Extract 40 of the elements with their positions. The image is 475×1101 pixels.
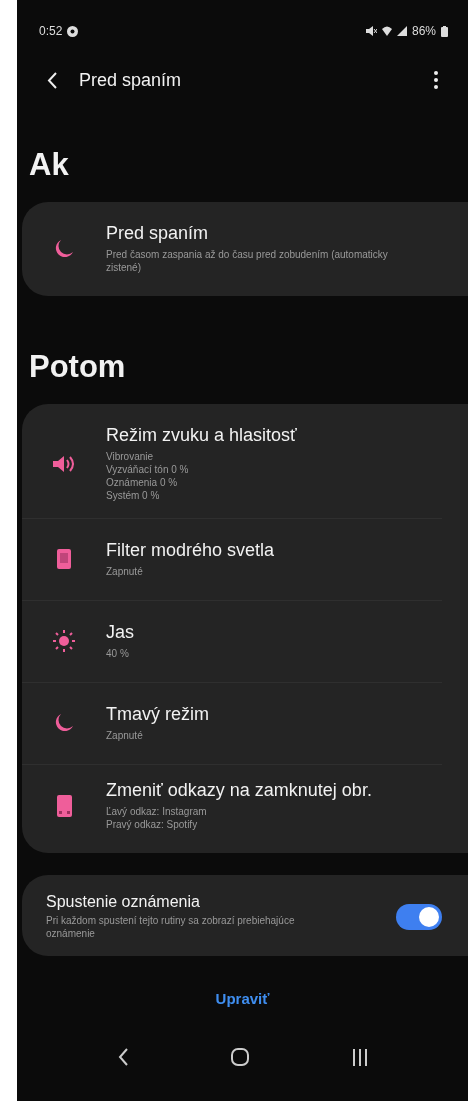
mute-icon (365, 26, 377, 36)
edit-button[interactable]: Upraviť (207, 986, 278, 1011)
item-title[interactable]: Zmeniť odkazy na zamknutej obr. (106, 780, 372, 801)
item-detail: Zapnuté (106, 565, 144, 578)
speaker-icon (52, 454, 76, 473)
home-button[interactable] (229, 1047, 250, 1067)
item-detail: Pred časom zaspania až do času pred zobudením (automaticky zistené) (106, 248, 389, 274)
wifi-icon (381, 26, 392, 36)
toggle-description: Pri každom spustení tejto rutiny sa zobrazí prebiehajúce oznámenie (46, 914, 296, 940)
more-options-icon[interactable] (434, 71, 438, 89)
phone-icon (57, 549, 71, 569)
phone-icon (56, 794, 72, 817)
signal-icon (396, 26, 407, 36)
battery-percentage: 86% (411, 24, 436, 38)
item-detail: Systém 0 % (106, 489, 161, 502)
item-detail: 40 % (106, 647, 130, 660)
moon-icon (53, 237, 75, 260)
item-title[interactable]: Jas (106, 622, 134, 643)
toggle-switch[interactable] (396, 903, 442, 930)
item-detail: Oznámenia 0 % (106, 476, 179, 489)
section-heading: Potom (28, 348, 127, 386)
item-title[interactable]: Filter modrého svetla (106, 540, 275, 561)
notification-icon (67, 25, 79, 37)
item-detail: Zapnuté (106, 729, 144, 742)
sun-icon (53, 630, 75, 652)
toggle-title: Spustenie oznámenia (46, 893, 201, 911)
recent-apps-button[interactable] (351, 1048, 368, 1066)
battery-icon (441, 25, 448, 37)
item-detail: Vyzváňací tón 0 % (106, 463, 190, 476)
item-detail: Vibrovanie (106, 450, 155, 463)
item-title[interactable]: Tmavý režim (106, 704, 209, 725)
clock-time: 0:52 (39, 24, 63, 38)
page-title: Pred spaním (79, 69, 183, 91)
item-title[interactable]: Pred spaním (106, 223, 422, 244)
item-title[interactable]: Režim zvuku a hlasitosť (106, 425, 297, 446)
back-button[interactable] (117, 1048, 128, 1066)
moon-icon (53, 712, 75, 734)
item-detail: Pravý odkaz: Spotify (106, 818, 199, 831)
item-detail: Ľavý odkaz: Instagram (106, 805, 208, 818)
section-heading: Ak (28, 146, 70, 184)
